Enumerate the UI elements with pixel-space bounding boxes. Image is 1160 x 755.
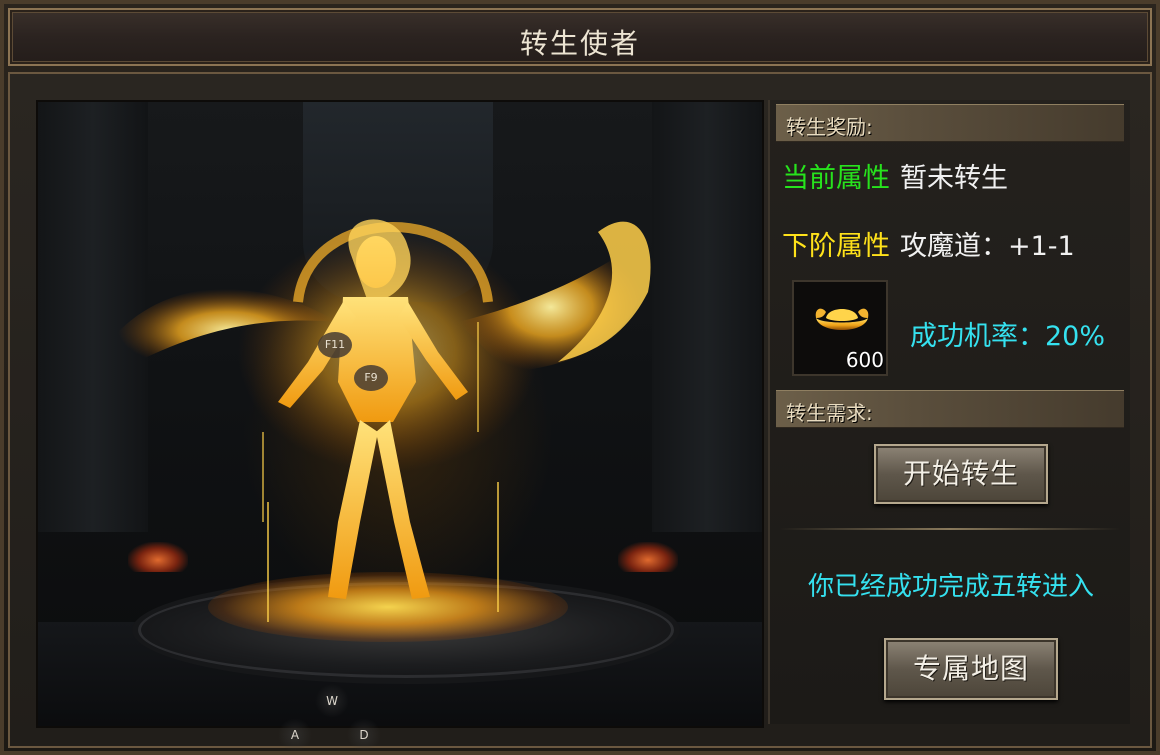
exclusive-map-button[interactable]: 专属地图 — [884, 638, 1058, 700]
key-hint-w: W — [315, 684, 349, 718]
next-attribute-row: 下阶属性 攻魔道：+1-1 — [782, 224, 1075, 263]
current-attribute-value: 暂未转生 — [900, 163, 1008, 194]
current-attribute-row: 当前属性 暂未转生 — [782, 156, 1008, 195]
key-hint-a: A — [278, 718, 312, 752]
rebirth-info-panel: 转生奖励: 当前属性 暂未转生 下阶属性 攻魔道：+1-1 600 成功机率：20%… — [768, 100, 1130, 724]
section-divider — [780, 528, 1120, 530]
hotkey-marker-f9: F9 — [354, 365, 388, 391]
start-rebirth-button[interactable]: 开始转生 — [874, 444, 1048, 504]
reward-header-label: 转生奖励: — [786, 115, 873, 139]
gold-ingot-icon — [815, 308, 869, 330]
next-attribute-label: 下阶属性 — [782, 231, 890, 262]
next-attribute-value: 攻魔道：+1-1 — [900, 231, 1075, 262]
current-attribute-label: 当前属性 — [782, 163, 890, 194]
title-bar: 转生使者 — [8, 8, 1152, 66]
key-hint-d: D — [347, 718, 381, 752]
character-scene: F11 F9 W — [36, 100, 764, 728]
item-count: 600 — [845, 348, 884, 372]
requirement-header-label: 转生需求: — [786, 401, 873, 425]
cost-item-slot[interactable]: 600 — [792, 280, 888, 376]
requirement-section-header: 转生需求: — [776, 390, 1124, 428]
reward-section-header: 转生奖励: — [776, 104, 1124, 142]
hotkey-marker-f11: F11 — [318, 332, 352, 358]
window-title: 转生使者 — [519, 27, 640, 60]
rebirth-status-text: 你已经成功完成五转进入 — [807, 572, 1094, 602]
golden-hero-figure — [118, 219, 651, 622]
success-rate-text: 成功机率：20% — [910, 321, 1106, 352]
